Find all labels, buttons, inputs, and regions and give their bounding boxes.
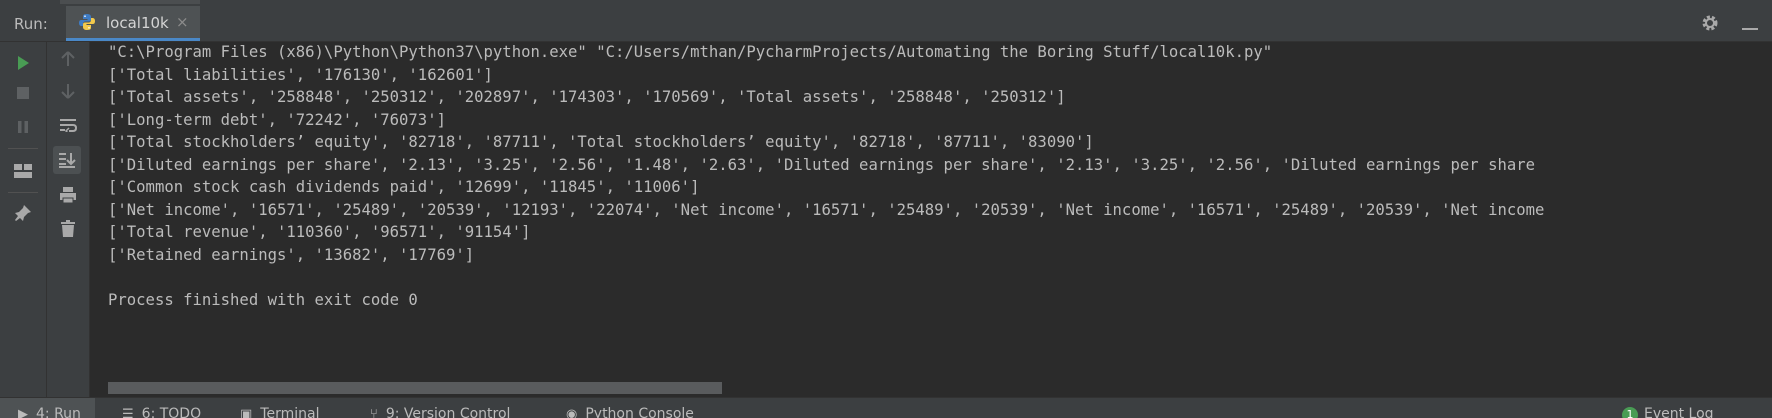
run-toolbar bbox=[0, 42, 47, 397]
console-exit-line: Process finished with exit code 0 bbox=[108, 290, 418, 309]
tab-label: 4: Run bbox=[36, 406, 81, 418]
tab-python-console[interactable]: ◉ Python Console bbox=[566, 406, 694, 418]
run-tab-label: local10k bbox=[106, 14, 169, 32]
tab-label: Python Console bbox=[585, 406, 694, 418]
tab-label: Terminal bbox=[260, 406, 320, 418]
toolbar-divider bbox=[8, 192, 38, 193]
tab-label: 6: TODO bbox=[141, 406, 202, 418]
console-line: ['Long-term debt', '72242', '76073'] bbox=[108, 110, 446, 129]
editor-tab-remnant bbox=[60, 0, 200, 4]
console-line: ['Common stock cash dividends paid', '12… bbox=[108, 178, 700, 196]
event-count-badge: 1 bbox=[1622, 407, 1638, 418]
console-line: "C:\Program Files (x86)\Python\Python37\… bbox=[108, 43, 1273, 61]
tab-version-control[interactable]: ⑂ 9: Version Control bbox=[370, 406, 510, 418]
run-config-tab[interactable]: local10k × bbox=[66, 6, 200, 41]
list-icon: ☰ bbox=[122, 407, 134, 418]
python-icon bbox=[79, 14, 95, 30]
play-icon: ▶ bbox=[18, 407, 28, 418]
print-icon[interactable] bbox=[55, 182, 81, 208]
run-panel-label: Run: bbox=[14, 15, 48, 33]
toolbar-divider bbox=[8, 148, 38, 149]
stop-icon[interactable] bbox=[10, 80, 36, 106]
scroll-to-end-icon[interactable] bbox=[53, 146, 81, 174]
tab-run[interactable]: ▶ 4: Run bbox=[0, 398, 95, 418]
tab-terminal[interactable]: ▣ Terminal bbox=[240, 406, 319, 418]
arrow-down-icon[interactable] bbox=[55, 78, 81, 104]
close-icon[interactable]: × bbox=[176, 13, 189, 31]
pause-icon[interactable] bbox=[10, 114, 36, 140]
run-panel-header: Run: local10k × bbox=[0, 6, 1772, 42]
tab-label: 9: Version Control bbox=[385, 406, 511, 418]
tab-label: Event Log bbox=[1644, 406, 1714, 418]
console-line: ['Total liabilities', '176130', '162601'… bbox=[108, 65, 493, 84]
terminal-icon: ▣ bbox=[240, 407, 253, 418]
console-output[interactable]: "C:\Program Files (x86)\Python\Python37\… bbox=[90, 42, 1772, 382]
console-line: ['Retained earnings', '13682', '17769'] bbox=[108, 245, 475, 264]
python-console-icon: ◉ bbox=[566, 407, 578, 418]
tab-todo[interactable]: ☰ 6: TODO bbox=[122, 406, 201, 418]
layout-icon[interactable] bbox=[10, 158, 36, 184]
console-line: ['Net income', '16571', '25489', '20539'… bbox=[108, 200, 1545, 219]
tab-event-log[interactable]: 1 Event Log bbox=[1622, 406, 1714, 418]
console-line: ['Total revenue', '110360', '96571', '91… bbox=[108, 223, 531, 241]
console-line: ['Total stockholders’ equity', '82718', … bbox=[108, 133, 1094, 151]
console-toolbar bbox=[47, 42, 90, 397]
pin-icon[interactable] bbox=[10, 200, 36, 226]
minimize-icon[interactable] bbox=[1742, 28, 1758, 30]
arrow-up-icon[interactable] bbox=[55, 46, 81, 72]
soft-wrap-icon[interactable] bbox=[55, 112, 81, 138]
bottom-tool-window-bar: ▶ 4: Run ☰ 6: TODO ▣ Terminal ⑂ 9: Version C… bbox=[0, 397, 1772, 418]
console-line: ['Total assets', '258848', '250312', '20… bbox=[108, 88, 1066, 106]
console-line: ['Diluted earnings per share', '2.13', '… bbox=[108, 155, 1536, 174]
gear-icon[interactable] bbox=[1700, 13, 1720, 33]
horizontal-scrollbar[interactable] bbox=[108, 382, 722, 394]
trash-icon[interactable] bbox=[55, 216, 81, 242]
branch-icon: ⑂ bbox=[370, 407, 378, 418]
play-icon[interactable] bbox=[10, 50, 36, 76]
